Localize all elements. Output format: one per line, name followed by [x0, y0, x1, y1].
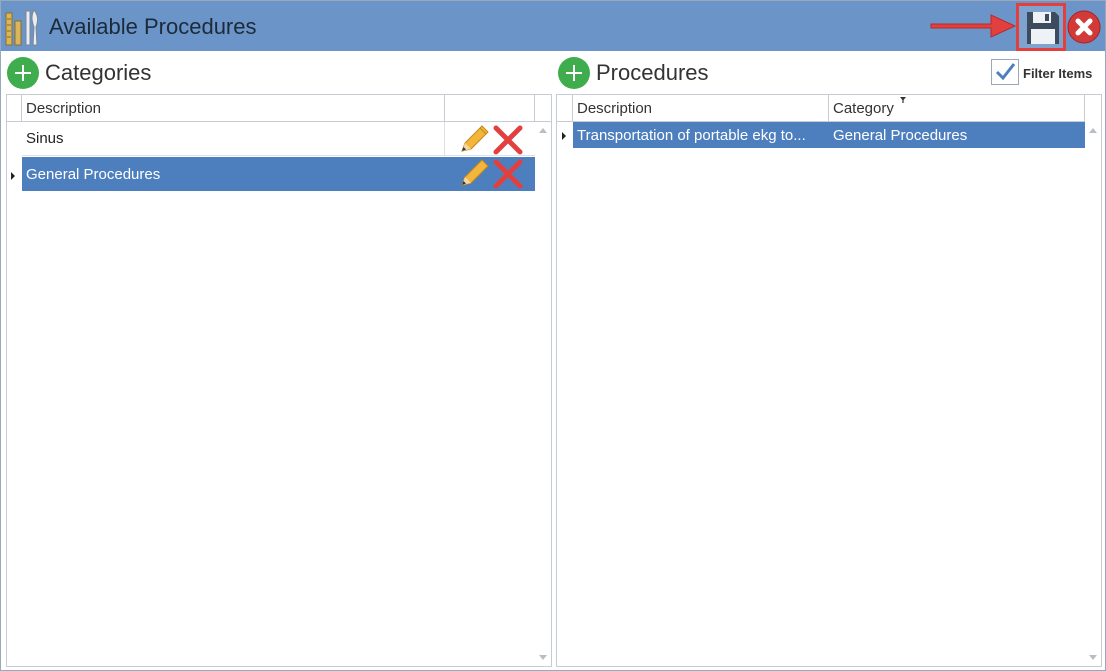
save-button[interactable]	[1016, 3, 1066, 51]
scroll-up-icon[interactable]	[539, 128, 547, 133]
procedure-description-cell: Transportation of portable ekg to...	[577, 126, 806, 144]
categories-scrollbar[interactable]	[535, 122, 551, 666]
column-header-category-label: Category	[833, 100, 894, 117]
scroll-up-icon[interactable]	[1089, 128, 1097, 133]
column-header-category[interactable]: Category	[829, 95, 1085, 121]
available-procedures-window: Available Procedures Categories Descript…	[0, 0, 1106, 671]
checkmark-icon	[995, 63, 1016, 81]
row-indicator-header	[557, 95, 573, 121]
delete-x-icon[interactable]	[492, 124, 524, 156]
procedures-grid-header: Description Category	[557, 95, 1085, 122]
column-header-description[interactable]: Description	[573, 95, 829, 121]
window-title: Available Procedures	[49, 14, 257, 39]
scroll-down-icon[interactable]	[539, 655, 547, 660]
medical-instruments-icon	[5, 9, 39, 46]
delete-x-icon[interactable]	[492, 158, 524, 190]
column-filter-icon[interactable]	[899, 96, 907, 104]
add-category-button[interactable]	[7, 57, 39, 89]
categories-title: Categories	[45, 60, 152, 85]
pencil-icon[interactable]	[458, 124, 490, 156]
table-row-selected[interactable]: General Procedures	[22, 157, 535, 191]
procedures-grid: Description Category Transportation of p…	[556, 94, 1102, 667]
pencil-icon[interactable]	[458, 158, 490, 190]
row-indicator-header	[7, 95, 22, 121]
add-procedure-button[interactable]	[558, 57, 590, 89]
scroll-down-icon[interactable]	[1089, 655, 1097, 660]
table-row-selected[interactable]: Transportation of portable ekg to... Gen…	[573, 122, 1085, 148]
current-row-indicator-icon	[11, 172, 15, 180]
current-row-indicator-icon	[562, 132, 566, 140]
procedure-category-cell: General Procedures	[833, 126, 968, 144]
close-button[interactable]	[1067, 10, 1101, 44]
column-header-description[interactable]: Description	[22, 95, 445, 121]
column-header-actions	[445, 95, 535, 121]
title-bar: Available Procedures	[1, 1, 1105, 51]
category-description-cell: Sinus	[22, 122, 445, 155]
category-description-cell: General Procedures	[26, 165, 161, 183]
floppy-disk-icon	[1027, 12, 1059, 44]
filter-items-label: Filter Items	[1023, 66, 1093, 81]
categories-grid-header: Description	[7, 95, 551, 122]
procedures-title: Procedures	[596, 60, 709, 85]
red-arrow-pointer-icon	[930, 14, 1017, 38]
categories-grid: Description Sinus General Procedures	[6, 94, 552, 667]
table-row[interactable]: Sinus	[22, 122, 535, 156]
filter-items-checkbox[interactable]	[991, 59, 1019, 85]
procedures-scrollbar[interactable]	[1085, 122, 1101, 666]
